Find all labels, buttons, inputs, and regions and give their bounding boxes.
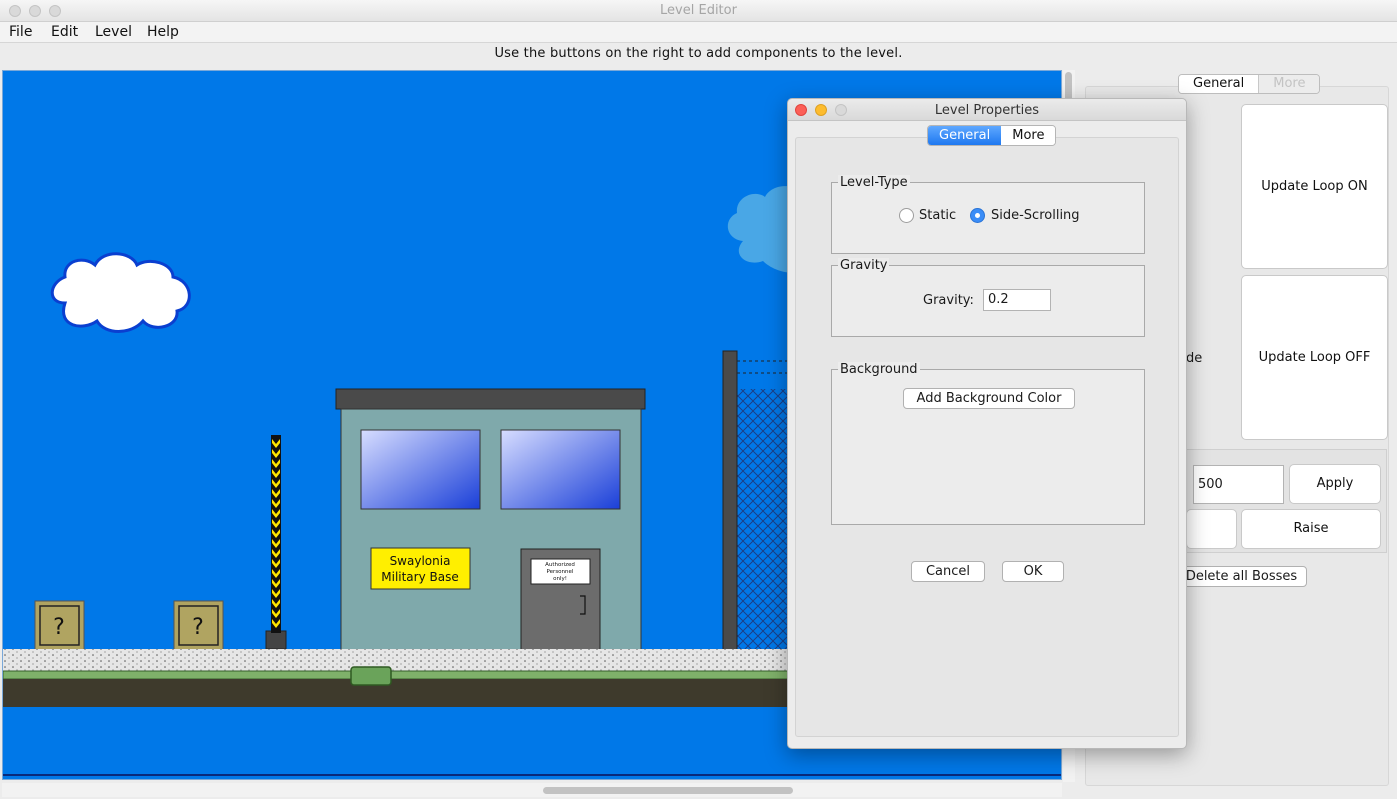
- dialog-content: Level-Type Static Side-Scrolling Gravity…: [795, 137, 1179, 737]
- dialog-titlebar: Level Properties: [788, 99, 1186, 121]
- apply-button[interactable]: Apply: [1289, 464, 1381, 504]
- gravity-label: Gravity:: [923, 293, 974, 308]
- value-field[interactable]: 500: [1193, 465, 1284, 504]
- pipe-joint: [350, 666, 392, 686]
- ground: [3, 649, 814, 707]
- question-block-2: ?: [173, 600, 224, 651]
- static-label: Static: [919, 208, 957, 223]
- menu-help[interactable]: Help: [147, 24, 179, 40]
- background-title: Background: [838, 362, 920, 377]
- sign-line-2: Military Base: [381, 570, 458, 584]
- right-tab-more[interactable]: More: [1259, 75, 1320, 93]
- sign-line-1: Swaylonia: [390, 554, 451, 568]
- gravity-group: Gravity Gravity: 0.2: [831, 258, 1145, 337]
- side-scrolling-radio[interactable]: [970, 208, 985, 223]
- delete-all-bosses-button[interactable]: Delete all Bosses: [1176, 566, 1307, 587]
- horizontal-scroll-thumb[interactable]: [543, 787, 793, 794]
- svg-text:?: ?: [192, 615, 204, 640]
- dialog-tabs: General More: [927, 125, 1057, 146]
- building: Swaylonia Military Base Authorized Perso…: [335, 388, 646, 652]
- cancel-button[interactable]: Cancel: [911, 561, 985, 582]
- background-group: Background Add Background Color: [831, 362, 1145, 525]
- canvas-bottom-line: [3, 774, 1061, 776]
- update-loop-off-button[interactable]: Update Loop OFF: [1241, 275, 1388, 440]
- add-background-color-button[interactable]: Add Background Color: [903, 388, 1075, 409]
- menu-bar: File Edit Level Help: [0, 22, 1397, 43]
- side-scrolling-label: Side-Scrolling: [991, 208, 1080, 223]
- right-tab-general[interactable]: General: [1179, 75, 1260, 93]
- cloud-left: [50, 252, 191, 333]
- dialog-title: Level Properties: [934, 103, 1040, 118]
- window-right: [500, 429, 621, 510]
- level-properties-dialog: Level Properties Level-Type Static Side-…: [787, 98, 1187, 749]
- dialog-tab-more[interactable]: More: [1001, 126, 1056, 145]
- update-loop-on-button[interactable]: Update Loop ON: [1241, 104, 1388, 269]
- window-left: [360, 429, 481, 510]
- horizontal-scrollbar[interactable]: [2, 783, 1062, 797]
- hidden-button[interactable]: [1186, 509, 1237, 549]
- level-type-group: Level-Type Static Side-Scrolling: [831, 175, 1145, 254]
- instruction-text: Use the buttons on the right to add comp…: [494, 46, 903, 61]
- gravity-input[interactable]: 0.2: [983, 289, 1051, 311]
- right-panel-tabs: General More: [1178, 74, 1321, 94]
- raise-button[interactable]: Raise: [1241, 509, 1381, 549]
- door-sign-line-2: Personnel: [547, 569, 574, 575]
- question-block-1: ?: [34, 600, 85, 651]
- door-sign-line-1: Authorized: [545, 562, 575, 568]
- ok-button[interactable]: OK: [1002, 561, 1064, 582]
- partial-label: de: [1186, 351, 1203, 366]
- door-sign-line-3: only!: [553, 576, 567, 582]
- svg-text:?: ?: [53, 615, 65, 640]
- level-type-title: Level-Type: [838, 175, 910, 190]
- menu-edit[interactable]: Edit: [51, 24, 78, 40]
- static-radio[interactable]: [899, 208, 914, 223]
- window-titlebar: Level Editor: [0, 0, 1397, 22]
- window-title: Level Editor: [660, 3, 737, 18]
- menu-level[interactable]: Level: [95, 24, 132, 40]
- dialog-tab-general[interactable]: General: [928, 126, 1002, 145]
- gravity-title: Gravity: [838, 258, 890, 273]
- menu-file[interactable]: File: [9, 24, 32, 40]
- barrier-pole: [265, 435, 287, 650]
